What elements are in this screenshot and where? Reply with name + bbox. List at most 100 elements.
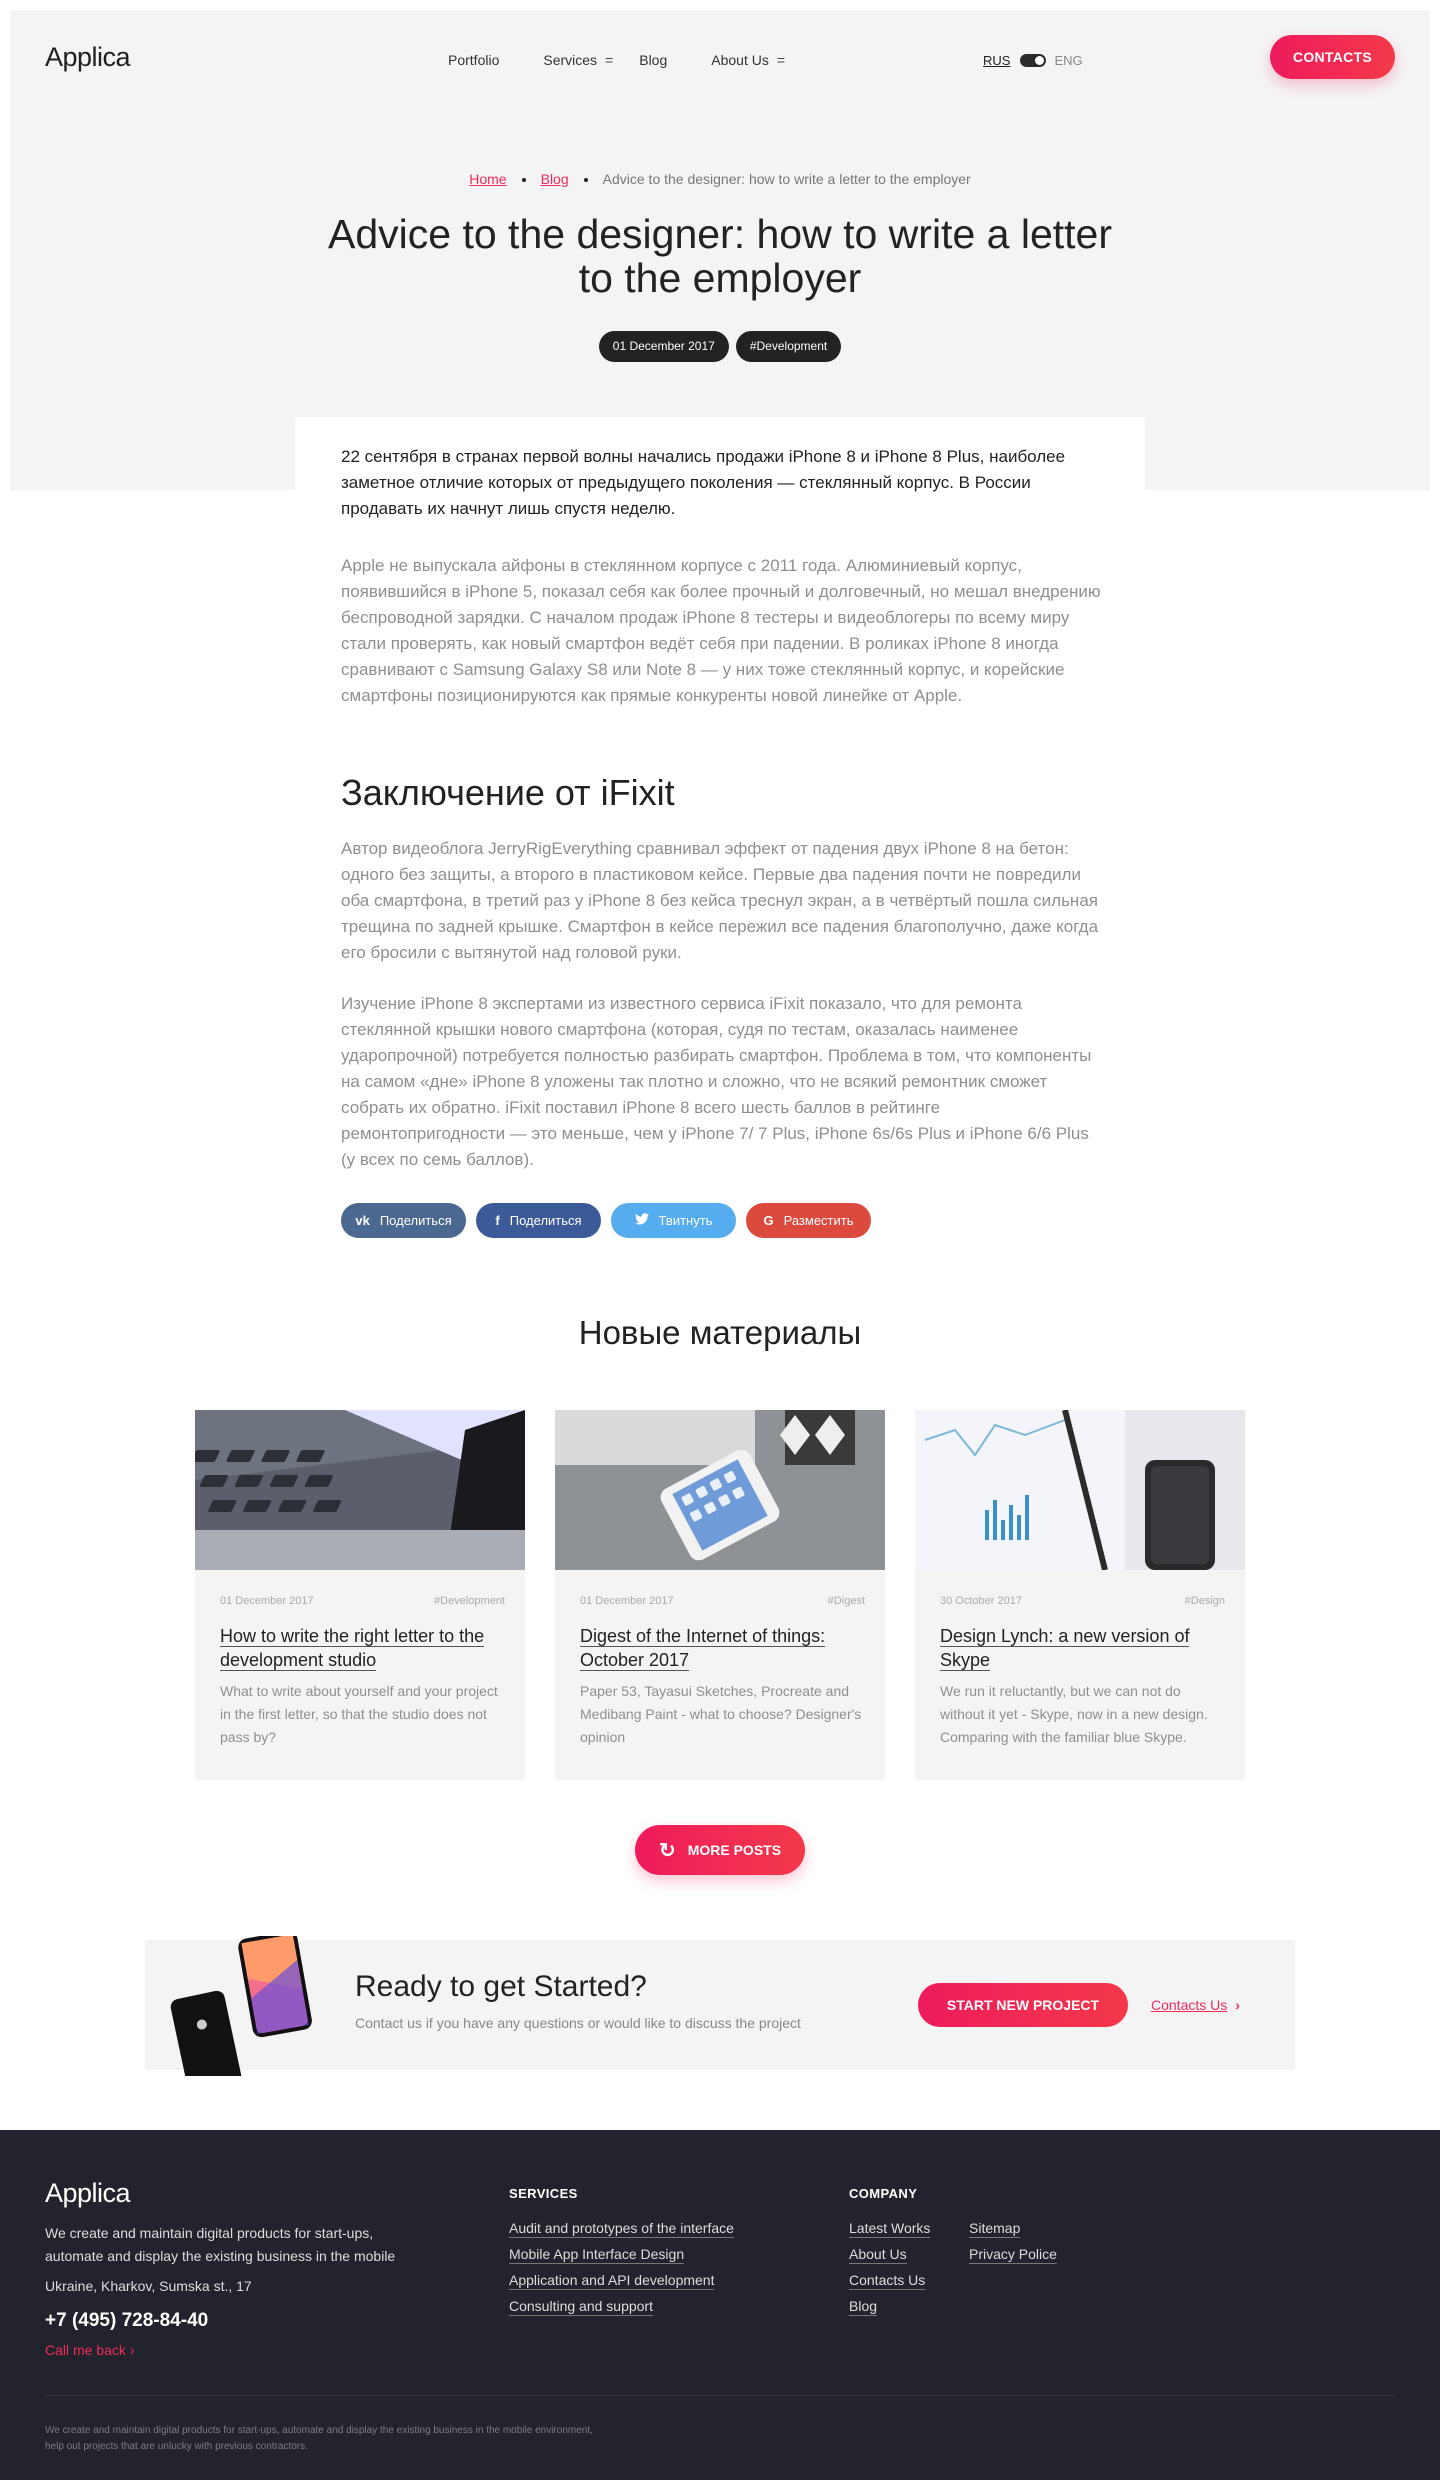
- footer-phone[interactable]: +7 (495) 728-84-40: [45, 2310, 208, 2332]
- cta-banner: Ready to get Started? Contact us if you …: [145, 1936, 1295, 2076]
- breadcrumb-separator: [521, 178, 526, 183]
- chevron-right-icon: ›: [129, 2342, 135, 2358]
- footer-link[interactable]: Contacts Us: [849, 2272, 930, 2290]
- nav-label: Blog: [639, 52, 668, 68]
- nav-item-about-us[interactable]: About Us =: [711, 52, 785, 68]
- post-card-title-text: Digest of the Internet of things: Octobe…: [580, 1626, 826, 1671]
- article-paragraph: Автор видеоблога JerryRigEverything срав…: [341, 839, 1099, 962]
- post-card-image: [915, 1410, 1245, 1570]
- language-toggle[interactable]: [1020, 54, 1047, 67]
- contacts-us-link[interactable]: Contacts Us ›: [1151, 1997, 1240, 2013]
- footer-company-list-2: Sitemap Privacy Police: [969, 2220, 1057, 2272]
- contacts-us-label: Contacts Us: [1151, 1997, 1228, 2013]
- call-me-back-link[interactable]: Call me back ›: [45, 2342, 134, 2358]
- nav-item-portfolio[interactable]: Portfolio: [448, 52, 499, 68]
- footer-description: We create and maintain digital products …: [45, 2225, 396, 2264]
- share-vk-button[interactable]: vk Поделиться: [341, 1203, 466, 1238]
- post-card-meta: 30 October 2017 #Design: [940, 1595, 1225, 1607]
- contacts-button[interactable]: CONTACTS: [1270, 35, 1395, 79]
- post-tags: 01 December 2017 #Development: [0, 331, 1440, 362]
- article-lead: 22 сентября в странах первой волны начал…: [341, 447, 1066, 518]
- breadcrumb-blog[interactable]: Blog: [541, 171, 569, 187]
- post-card-title-text: Design Lynch: a new version of Skype: [940, 1626, 1190, 1671]
- tag-badge[interactable]: #Development: [735, 331, 842, 362]
- nav-label: Portfolio: [448, 52, 500, 68]
- footer-link[interactable]: Latest Works: [849, 2220, 931, 2238]
- footer-services-title: SERVICES: [509, 2186, 578, 2201]
- footer-small-text: We create and maintain digital products …: [45, 2425, 593, 2452]
- footer-address: Ukraine, Kharkov, Sumska st., 17: [45, 2278, 252, 2294]
- share-google-button[interactable]: G Разместить: [746, 1203, 871, 1238]
- footer-logo[interactable]: Applica: [45, 2178, 131, 2209]
- nav-label: Services: [543, 52, 598, 68]
- lang-eng[interactable]: ENG: [1054, 53, 1082, 68]
- post-tag[interactable]: #Development: [434, 1595, 505, 1607]
- start-new-project-button[interactable]: START NEW PROJECT: [918, 1983, 1128, 2027]
- refresh-icon: ↻: [658, 1839, 676, 1862]
- post-date: 01 December 2017: [220, 1595, 314, 1607]
- post-card-title[interactable]: Design Lynch: a new version of Skype: [940, 1624, 1220, 1672]
- more-posts-button[interactable]: ↻ MORE POSTS: [635, 1825, 805, 1875]
- cta-subtitle: Contact us if you have any questions or …: [355, 2015, 801, 2031]
- call-me-back-label: Call me back: [45, 2342, 126, 2358]
- footer-link[interactable]: Audit and prototypes of the interface: [509, 2220, 734, 2238]
- post-card[interactable]: 01 December 2017 #Development How to writ…: [195, 1410, 525, 1780]
- footer-link[interactable]: Application and API development: [509, 2272, 734, 2290]
- post-card-title[interactable]: How to write the right letter to the dev…: [220, 1624, 500, 1672]
- logo[interactable]: Applica: [45, 42, 131, 73]
- menu-icon: =: [605, 52, 614, 68]
- footer-services-list: Audit and prototypes of the interface Mo…: [509, 2220, 734, 2324]
- article-paragraph: Apple не выпускала айфоны в стеклянном к…: [341, 556, 1101, 705]
- facebook-icon: f: [495, 1213, 500, 1228]
- post-card-title[interactable]: Digest of the Internet of things: Octobe…: [580, 1624, 860, 1672]
- share-facebook-button[interactable]: f Поделиться: [476, 1203, 601, 1238]
- more-posts-label: MORE POSTS: [687, 1842, 782, 1858]
- phones-illustration: [170, 1936, 312, 2076]
- nav-label: About Us: [711, 52, 769, 68]
- post-tag[interactable]: #Digest: [828, 1595, 865, 1607]
- footer-link[interactable]: Blog: [849, 2298, 930, 2316]
- share-buttons: vk Поделиться f Поделиться Твитнуть G Разме…: [341, 1203, 871, 1238]
- post-date: 01 December 2017: [580, 1595, 674, 1607]
- share-label: Разместить: [783, 1213, 854, 1228]
- footer-company-title: COMPANY: [849, 2186, 918, 2201]
- post-card-meta: 01 December 2017 #Digest: [580, 1595, 865, 1607]
- post-card-meta: 01 December 2017 #Development: [220, 1595, 505, 1607]
- footer-link[interactable]: Sitemap: [969, 2220, 1057, 2238]
- page-title: Advice to the designer: how to write a l…: [328, 211, 1112, 301]
- breadcrumb-current: Advice to the designer: how to write a l…: [602, 171, 971, 187]
- nav-item-blog[interactable]: Blog: [639, 52, 667, 68]
- post-tag[interactable]: #Design: [1185, 1595, 1225, 1607]
- nav-item-services[interactable]: Services =: [543, 52, 613, 68]
- post-card-image: [555, 1410, 885, 1570]
- chevron-right-icon: ›: [1235, 1997, 1240, 2013]
- footer-link[interactable]: Mobile App Interface Design: [509, 2246, 734, 2264]
- footer-divider: [45, 2395, 1395, 2396]
- language-switcher: RUS ENG: [983, 53, 1083, 68]
- breadcrumb: Home Blog Advice to the designer: how to w…: [0, 171, 1440, 187]
- share-twitter-button[interactable]: Твитнуть: [611, 1203, 736, 1238]
- vk-icon: vk: [355, 1213, 370, 1228]
- post-card-title-text: How to write the right letter to the dev…: [220, 1626, 485, 1671]
- breadcrumb-home[interactable]: Home: [469, 171, 506, 187]
- footer-link[interactable]: Consulting and support: [509, 2298, 734, 2316]
- post-card-description: We run it reluctantly, but we can not do…: [940, 1683, 1208, 1745]
- post-card-description: What to write about yourself and your pr…: [220, 1683, 498, 1745]
- footer-link[interactable]: Privacy Police: [969, 2246, 1057, 2264]
- new-materials-title: Новые материалы: [578, 1314, 862, 1351]
- post-card-image: [195, 1410, 525, 1570]
- footer-link[interactable]: About Us: [849, 2246, 930, 2264]
- share-label: Поделиться: [379, 1213, 452, 1228]
- twitter-icon: [634, 1213, 649, 1228]
- post-card[interactable]: 01 December 2017 #Digest Digest of the In…: [555, 1410, 885, 1780]
- lang-rus[interactable]: RUS: [983, 53, 1010, 68]
- menu-icon: =: [776, 52, 786, 68]
- post-card[interactable]: 30 October 2017 #Design Design Lynch: a n…: [915, 1410, 1245, 1780]
- post-date: 30 October 2017: [940, 1595, 1022, 1607]
- article-paragraph: Изучение iPhone 8 экспертами из известно…: [341, 994, 1092, 1169]
- share-label: Поделиться: [509, 1213, 582, 1228]
- main-nav: Portfolio Services = Blog About Us =: [448, 52, 829, 68]
- share-label: Твитнуть: [658, 1213, 713, 1228]
- breadcrumb-separator: [583, 178, 588, 183]
- cta-title: Ready to get Started?: [355, 1970, 647, 2003]
